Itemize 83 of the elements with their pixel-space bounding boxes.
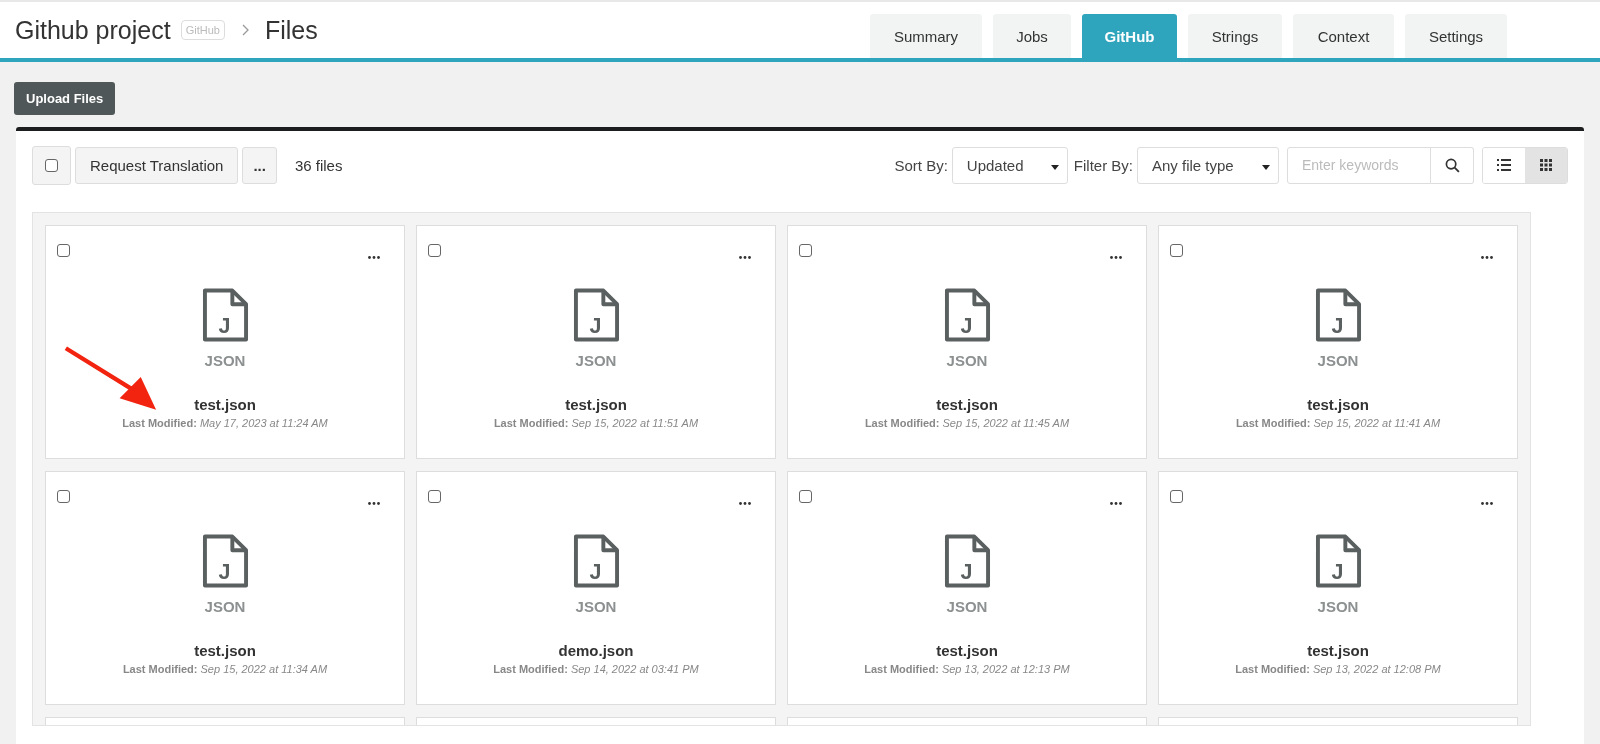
file-name[interactable]: test.json [936,396,998,413]
file-type: JSON [1317,352,1359,369]
grid-icon [1540,159,1552,171]
tab[interactable]: Strings [1188,14,1282,58]
select-all-button[interactable] [32,145,71,185]
request-translation-button[interactable]: Request Translation [75,146,239,184]
file-checkbox[interactable] [1170,490,1183,503]
file-type: JSON [1317,598,1359,615]
upload-files-button[interactable]: Upload Files [14,82,116,115]
page-title: Files [264,15,318,45]
last-modified-text: Last Modified: Sep 13, 2022 at 12:13 PM [864,663,1070,675]
more-options-icon[interactable] [368,256,380,259]
file-card[interactable]: J JSON test.json Last Modified: Sep 15, 2022 at 11:41 AM [1158,225,1518,459]
more-options-icon[interactable] [739,256,751,259]
json-file-icon: J [1314,287,1362,343]
file-card[interactable]: J JSON test.json Last Modified: Sep 15, 2022 at 11:34 AM [45,471,405,705]
json-file-icon: J [943,533,991,589]
file-card[interactable]: J JSON test.json Last Modified: Sep 15, 2022 at 11:45 AM [787,225,1147,459]
file-card[interactable]: J JSON demo.json Last Modified: Sep 14, 2022 at 03:41 PM [416,471,776,705]
file-card[interactable]: J JSON test.json Last Modified: Sep 13, 2022 at 12:08 PM [1158,471,1518,705]
json-file-icon: J [201,533,249,589]
last-modified-text: Last Modified: Sep 14, 2022 at 03:41 PM [493,663,699,675]
project-title: Github project [15,15,171,45]
file-card[interactable]: J JSON test.json Last Modified: May 17, 2023 at 11:24 AM [45,225,405,459]
more-button[interactable]: ... [242,146,277,184]
file-name[interactable]: test.json [1307,396,1369,413]
list-icon [1497,159,1511,171]
search-icon [1444,157,1460,173]
file-card[interactable]: J JSON test.json Last Modified: Sep 15, 2022 at 11:51 AM [416,225,776,459]
file-checkbox[interactable] [428,244,441,257]
search-button[interactable] [1431,146,1474,184]
file-type: JSON [204,352,246,369]
filter-dropdown[interactable]: Any file type [1137,146,1279,184]
file-checkbox[interactable] [1170,244,1183,257]
grid-view-button[interactable] [1525,147,1567,183]
tab[interactable]: Context [1293,14,1394,58]
more-options-icon[interactable] [1110,502,1122,505]
tab[interactable]: Jobs [993,14,1071,58]
json-file-icon: J [943,287,991,343]
more-options-icon[interactable] [739,502,751,505]
json-file-icon: J [201,287,249,343]
last-modified-text: Last Modified: Sep 15, 2022 at 11:45 AM [864,417,1070,429]
caret-icon [1050,164,1059,170]
file-name[interactable]: test.json [1307,642,1369,659]
last-modified-text: Last Modified: Sep 13, 2022 at 12:08 PM [1235,663,1441,675]
file-type: JSON [946,352,988,369]
filter-label: Filter By: [1073,156,1133,174]
last-modified-text: Last Modified: Sep 15, 2022 at 11:51 AM [493,417,699,429]
chevron-icon [240,24,249,36]
json-file-icon: J [572,287,620,343]
file-type: JSON [575,352,617,369]
sort-label: Sort By: [894,156,948,174]
project-badge: GitHub [180,20,225,40]
file-count: 36 files [294,156,343,174]
last-modified-text: Last Modified: May 17, 2023 at 11:24 AM [122,417,328,429]
more-options-icon[interactable] [1481,256,1493,259]
file-checkbox[interactable] [799,490,812,503]
file-checkbox[interactable] [799,244,812,257]
file-name[interactable]: test.json [565,396,627,413]
file-name[interactable]: test.json [936,642,998,659]
file-checkbox[interactable] [428,490,441,503]
select-all-checkbox[interactable] [45,158,58,172]
tab[interactable]: Settings [1405,14,1507,58]
more-options-icon[interactable] [1110,256,1122,259]
sort-dropdown[interactable]: Updated [951,146,1068,184]
last-modified-text: Last Modified: Sep 15, 2022 at 11:41 AM [1235,417,1441,429]
file-checkbox[interactable] [57,244,70,257]
file-name[interactable]: test.json [194,396,256,413]
file-type: JSON [575,598,617,615]
caret-icon [1262,164,1270,170]
file-name[interactable]: demo.json [558,642,634,659]
last-modified-text: Last Modified: Sep 15, 2022 at 11:34 AM [122,663,328,675]
file-type: JSON [204,598,246,615]
file-name[interactable]: test.json [194,642,256,659]
search-field[interactable]: Enter keywords [1287,146,1431,184]
more-options-icon[interactable] [1481,502,1493,505]
json-file-icon: J [572,533,620,589]
file-type: JSON [946,598,988,615]
more-options-icon[interactable] [368,502,380,505]
file-checkbox[interactable] [57,490,70,503]
json-file-icon: J [1314,533,1362,589]
tab[interactable]: Summary [870,14,982,58]
file-card[interactable]: J JSON test.json Last Modified: Sep 13, 2022 at 12:13 PM [787,471,1147,705]
